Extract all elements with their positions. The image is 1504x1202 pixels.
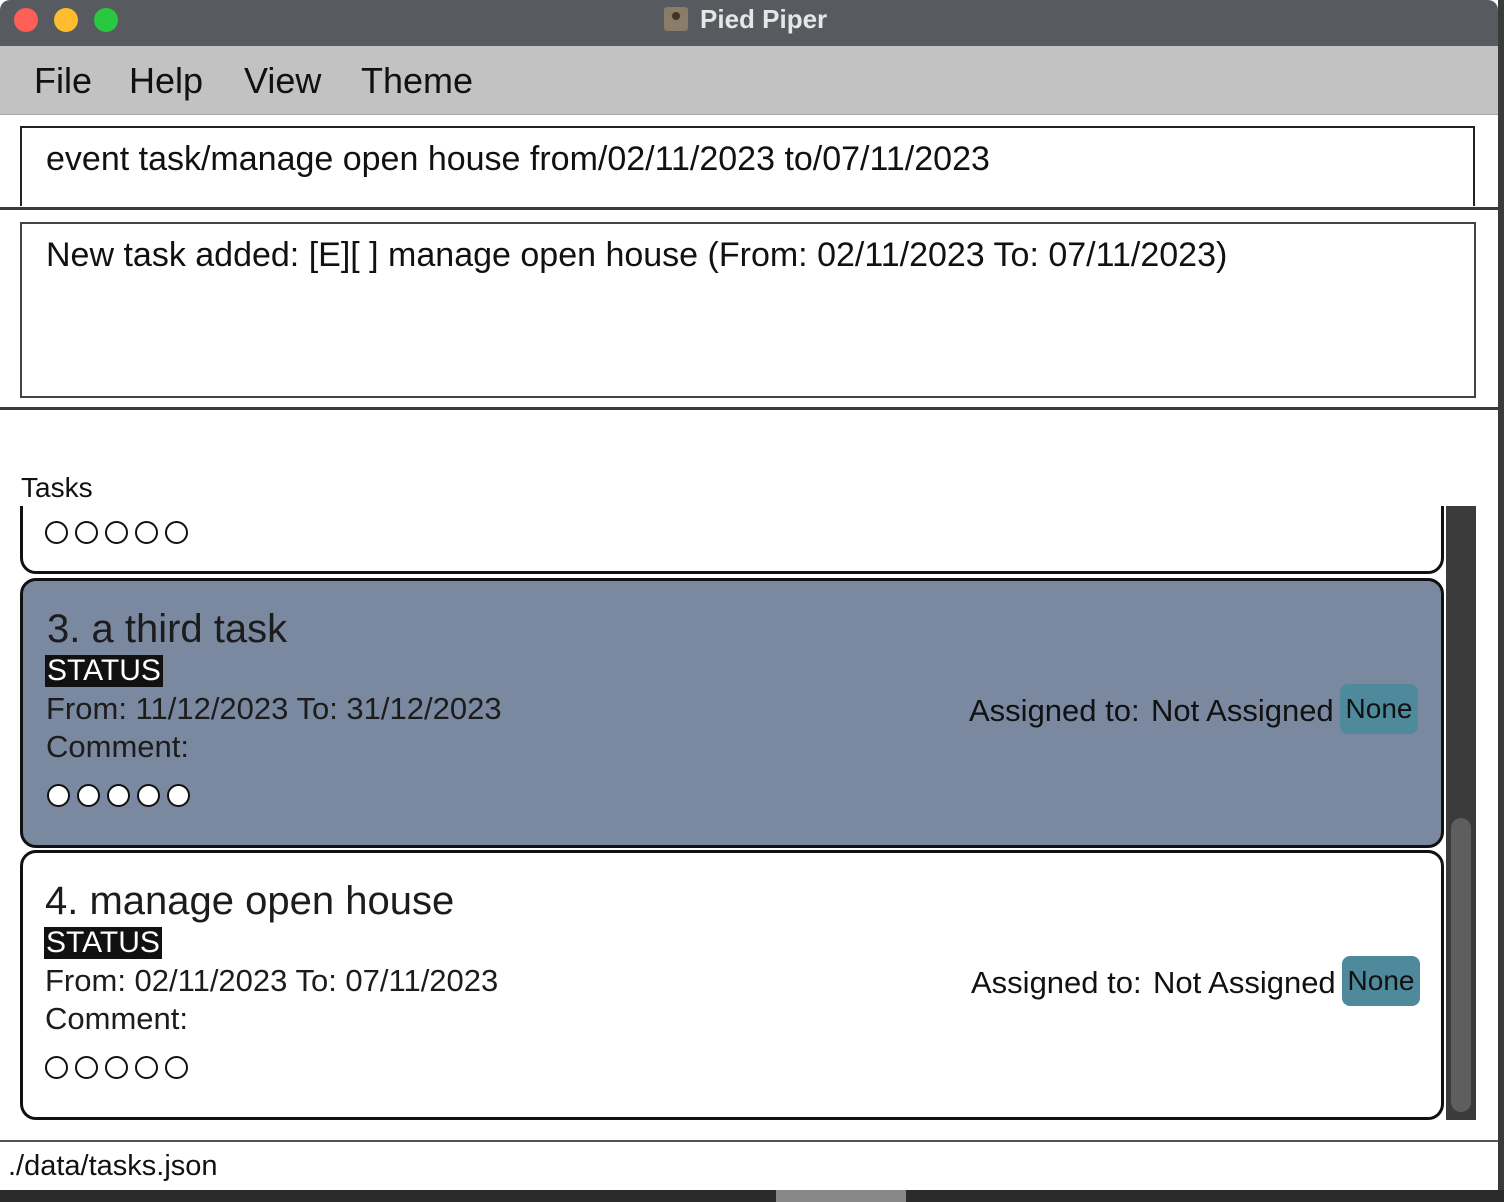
- circle-icon: [137, 784, 160, 807]
- member-tag: None: [1340, 684, 1418, 734]
- assigned-label: Assigned to:: [969, 693, 1140, 728]
- app-icon: [664, 7, 688, 31]
- priority-circles: [47, 784, 190, 807]
- data-file-path: ./data/tasks.json: [8, 1150, 218, 1182]
- task-dates: From: 02/11/2023 To: 07/11/2023: [45, 963, 499, 998]
- dock-strip: [0, 1190, 1504, 1202]
- task-comment: Comment:: [45, 1001, 188, 1036]
- task-card-partial[interactable]: [20, 506, 1444, 574]
- task-card[interactable]: 3. a third task STATUS From: 11/12/2023 …: [20, 578, 1444, 848]
- task-title: 4. manage open house: [45, 879, 455, 923]
- menu-bar: File Help View Theme: [0, 46, 1498, 115]
- result-message: New task added: [E][ ] manage open house…: [46, 236, 1228, 274]
- circle-icon: [47, 784, 70, 807]
- menu-file[interactable]: File: [34, 60, 92, 102]
- circle-icon: [75, 521, 98, 544]
- circle-icon: [167, 784, 190, 807]
- scrollbar-thumb[interactable]: [1451, 818, 1471, 1112]
- circle-icon: [45, 521, 68, 544]
- status-bar: ./data/tasks.json: [0, 1140, 1498, 1192]
- circle-icon: [75, 1056, 98, 1079]
- menu-help[interactable]: Help: [129, 60, 203, 102]
- divider: [0, 407, 1498, 410]
- divider: [0, 207, 1498, 210]
- circle-icon: [165, 1056, 188, 1079]
- minimize-window-button[interactable]: [54, 8, 78, 32]
- assignee-value: Not Assigned: [1153, 965, 1336, 1000]
- command-input-text[interactable]: event task/manage open house from/02/11/…: [46, 140, 990, 179]
- title-bar: Pied Piper: [0, 0, 1498, 46]
- zoom-window-button[interactable]: [94, 8, 118, 32]
- tasks-label: Tasks: [21, 472, 93, 503]
- close-window-button[interactable]: [14, 8, 38, 32]
- circle-icon: [107, 784, 130, 807]
- circle-icon: [105, 1056, 128, 1079]
- task-title: 3. a third task: [47, 607, 288, 651]
- task-list-scrollbar[interactable]: [1446, 506, 1476, 1120]
- status-badge: STATUS: [45, 654, 163, 687]
- priority-circles: [45, 1056, 188, 1079]
- task-dates: From: 11/12/2023 To: 31/12/2023: [46, 691, 502, 726]
- menu-view[interactable]: View: [244, 60, 321, 102]
- window-edge: [1498, 0, 1504, 1202]
- circle-icon: [45, 1056, 68, 1079]
- circle-icon: [77, 784, 100, 807]
- menu-theme[interactable]: Theme: [361, 60, 473, 102]
- task-comment: Comment:: [46, 729, 189, 764]
- circle-icon: [105, 521, 128, 544]
- window-title: Pied Piper: [700, 4, 828, 34]
- dock-segment: [776, 1190, 906, 1202]
- task-list[interactable]: 3. a third task STATUS From: 11/12/2023 …: [20, 506, 1446, 1120]
- status-badge: STATUS: [44, 926, 162, 959]
- assigned-label: Assigned to:: [971, 965, 1142, 1000]
- assignee-value: Not Assigned: [1151, 693, 1334, 728]
- priority-circles: [45, 521, 188, 544]
- member-tag: None: [1342, 956, 1420, 1006]
- circle-icon: [135, 521, 158, 544]
- circle-icon: [135, 1056, 158, 1079]
- circle-icon: [165, 521, 188, 544]
- task-card[interactable]: 4. manage open house STATUS From: 02/11/…: [20, 850, 1444, 1120]
